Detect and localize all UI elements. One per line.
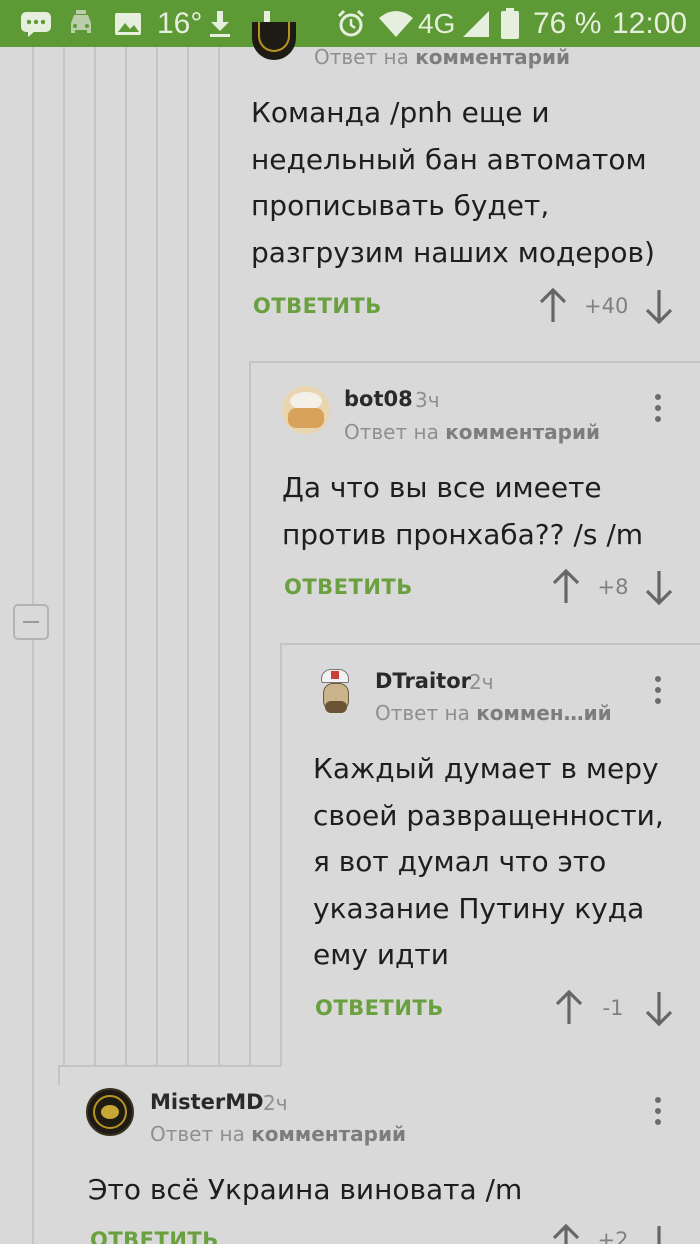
reply-button[interactable]: ОТВЕТИТЬ [90, 1228, 219, 1244]
author-name[interactable]: DTraitor [375, 669, 471, 693]
comment-score: +2 [597, 1228, 629, 1244]
author-name[interactable]: bot08 [344, 387, 413, 411]
comment-body: Команда /pnh еще и недельный бан автомат… [251, 96, 655, 269]
comment-body: Каждый думает в меру своей развращенност… [313, 752, 664, 971]
arrow-down-icon[interactable] [644, 1224, 674, 1244]
comment-score: +40 [584, 294, 629, 318]
comment-time: 3ч [415, 388, 440, 412]
network-type-text: 4G [418, 7, 456, 39]
kebab-menu-icon[interactable] [653, 392, 663, 424]
car-icon [66, 0, 96, 47]
signal-icon [462, 0, 490, 47]
avatar[interactable] [252, 22, 296, 60]
avatar[interactable] [313, 667, 359, 717]
parent-comment-link[interactable]: комментарий [445, 420, 600, 444]
arrow-up-icon[interactable] [554, 990, 584, 1026]
kebab-menu-icon[interactable] [653, 1095, 663, 1127]
collapse-icon[interactable] [13, 604, 49, 640]
reply-to-meta: Ответ на комментарий [150, 1122, 407, 1146]
comment-time: 2ч [263, 1091, 288, 1115]
parent-comment-link[interactable]: комментарий [251, 1122, 406, 1146]
arrow-up-icon[interactable] [538, 288, 568, 324]
wifi-icon [378, 0, 414, 47]
comment-body: Да что вы все имеете против пронхаба?? /… [282, 471, 644, 551]
reply-to-meta: Ответ на комментарий [314, 45, 571, 69]
reply-button[interactable]: ОТВЕТИТЬ [284, 575, 413, 599]
arrow-down-icon[interactable] [644, 569, 674, 605]
parent-comment-link[interactable]: комментарий [415, 45, 570, 69]
kebab-menu-icon[interactable] [653, 674, 663, 706]
arrow-up-icon[interactable] [551, 1224, 581, 1244]
comment-score: +8 [597, 575, 629, 599]
reply-to-meta: Ответ на комментарий [344, 420, 601, 444]
reply-button[interactable]: ОТВЕТИТЬ [315, 996, 444, 1020]
arrow-up-icon[interactable] [551, 569, 581, 605]
image-icon [114, 0, 142, 47]
comment-score: -1 [602, 996, 624, 1020]
parent-comment-link[interactable]: коммен…ий [476, 701, 611, 725]
temperature-text: 16° [157, 6, 203, 40]
avatar[interactable] [282, 386, 330, 434]
battery-percent-text: 76 % [533, 6, 602, 40]
arrow-down-icon[interactable] [644, 990, 674, 1026]
clock-text: 12:00 [612, 6, 688, 40]
alarm-icon [336, 0, 366, 47]
avatar[interactable] [86, 1088, 134, 1136]
arrow-down-icon[interactable] [644, 288, 674, 324]
author-name[interactable]: MisterMD [150, 1090, 264, 1114]
comment-body: Это всё Украина виновата /m [88, 1173, 523, 1206]
status-bar: 16° 4G 76 % 12:00 [0, 0, 700, 47]
download-icon [207, 0, 233, 47]
comment-time: 2ч [469, 670, 494, 694]
reply-button[interactable]: ОТВЕТИТЬ [253, 294, 382, 318]
battery-icon [500, 0, 520, 47]
message-icon [20, 0, 52, 47]
reply-to-meta: Ответ на коммен…ий [375, 701, 612, 725]
